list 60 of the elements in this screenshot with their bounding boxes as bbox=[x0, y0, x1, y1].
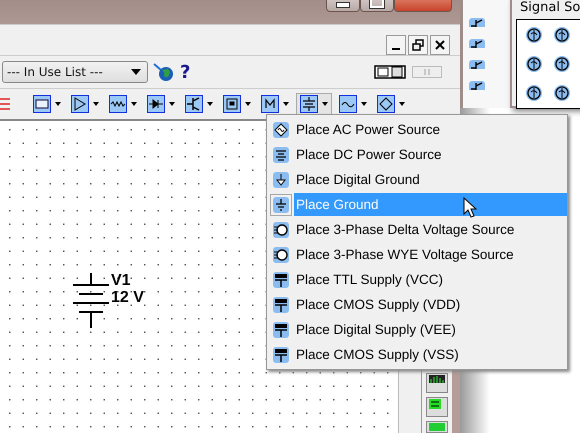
amplifier-icon[interactable] bbox=[71, 95, 89, 113]
caret-icon bbox=[131, 69, 141, 75]
signal-source-icon[interactable] bbox=[525, 84, 543, 102]
minimize-icon bbox=[392, 48, 400, 50]
bus-icon[interactable] bbox=[0, 96, 10, 112]
chip-icon[interactable] bbox=[223, 95, 241, 113]
caret-icon[interactable] bbox=[399, 102, 405, 106]
component-value: 12 V bbox=[111, 289, 144, 306]
close-button[interactable] bbox=[430, 35, 450, 55]
three-phase-icon bbox=[273, 222, 289, 238]
caret-icon bbox=[322, 102, 328, 106]
caret-icon[interactable] bbox=[131, 102, 137, 106]
caret-icon[interactable] bbox=[283, 102, 289, 106]
restore-icon bbox=[412, 39, 424, 51]
transistor-icon[interactable] bbox=[469, 18, 485, 27]
diode-icon[interactable] bbox=[147, 95, 165, 113]
digital-icon[interactable] bbox=[33, 95, 51, 113]
three-phase-icon bbox=[273, 246, 289, 262]
caret-icon[interactable] bbox=[207, 102, 213, 106]
help-button[interactable]: ? bbox=[178, 62, 196, 82]
transistor-icon[interactable] bbox=[469, 39, 485, 48]
transistor-icon[interactable] bbox=[469, 81, 485, 90]
signal-source-icon[interactable] bbox=[525, 55, 543, 73]
supply-icon bbox=[273, 346, 289, 362]
battery-symbol[interactable] bbox=[71, 273, 111, 329]
in-use-list-dropdown[interactable]: --- In Use List --- bbox=[2, 61, 148, 83]
close-icon bbox=[434, 39, 446, 51]
signal-source-icon[interactable] bbox=[553, 84, 571, 102]
dc-source-icon bbox=[273, 146, 289, 162]
ac-source-icon bbox=[273, 122, 289, 138]
caret-icon[interactable] bbox=[245, 102, 251, 106]
signal-source-icon[interactable] bbox=[525, 26, 543, 44]
caret-icon[interactable] bbox=[93, 102, 99, 106]
logic-analyzer-icon[interactable] bbox=[426, 397, 448, 417]
indicator-icon[interactable] bbox=[377, 95, 395, 113]
run-switch-icon[interactable] bbox=[374, 65, 406, 79]
restore-button[interactable] bbox=[408, 35, 428, 55]
supply-icon bbox=[273, 272, 289, 288]
supply-icon bbox=[273, 296, 289, 312]
power-source-icon bbox=[300, 95, 318, 113]
caret-icon[interactable] bbox=[55, 102, 61, 106]
digital-ground-icon bbox=[273, 172, 289, 188]
transistor-icon[interactable] bbox=[185, 95, 203, 113]
component-reference: V1 bbox=[111, 272, 132, 289]
supply-icon bbox=[273, 322, 289, 338]
resistor-icon[interactable] bbox=[109, 95, 127, 113]
wave-icon[interactable] bbox=[339, 95, 357, 113]
signal-source-icon[interactable] bbox=[553, 55, 571, 73]
minimize-button[interactable] bbox=[386, 35, 406, 55]
globe-icon[interactable] bbox=[152, 62, 174, 82]
spectrum-analyzer-icon[interactable] bbox=[426, 373, 448, 393]
caret-icon[interactable] bbox=[361, 102, 367, 106]
signal-source-icon[interactable] bbox=[553, 26, 571, 44]
toolbar-button[interactable] bbox=[296, 93, 332, 115]
mouse-cursor-icon bbox=[463, 197, 477, 219]
ground-icon bbox=[273, 196, 289, 212]
transistor-icon[interactable] bbox=[469, 60, 485, 69]
palette-title: Signal So bbox=[519, 0, 580, 17]
module-icon[interactable] bbox=[261, 95, 279, 113]
caret-icon[interactable] bbox=[169, 102, 175, 106]
